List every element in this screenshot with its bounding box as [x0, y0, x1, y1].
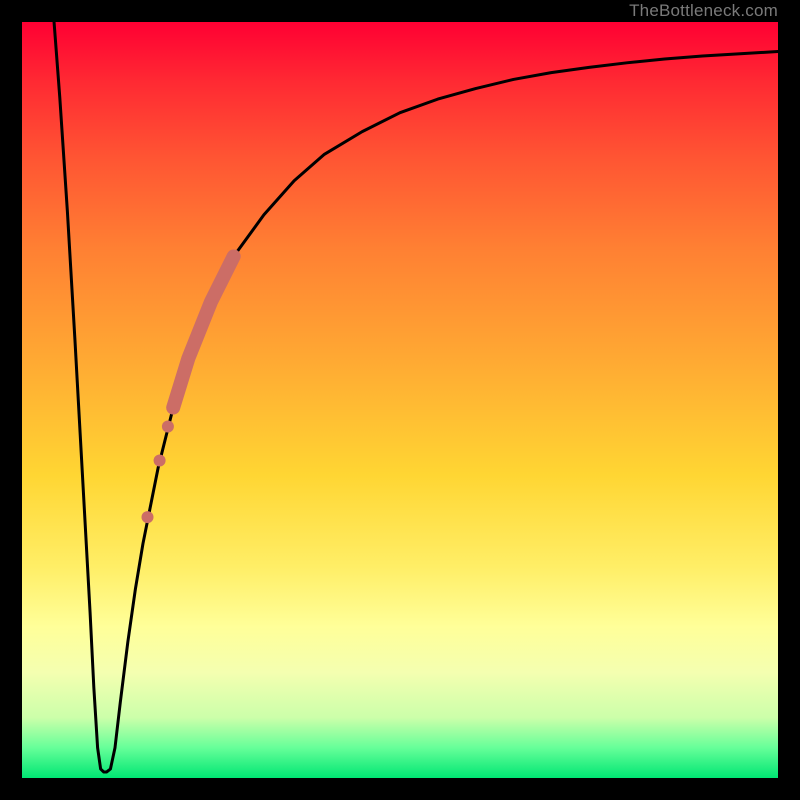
highlight-dot — [142, 511, 154, 523]
chart-frame: TheBottleneck.com — [0, 0, 800, 800]
plot-area — [22, 22, 778, 778]
curve-layer — [22, 22, 778, 778]
bottleneck-curve — [54, 22, 778, 772]
highlight-dot — [154, 454, 166, 466]
highlight-dot — [162, 420, 174, 432]
watermark-text: TheBottleneck.com — [629, 0, 778, 22]
highlight-segment — [173, 256, 233, 407]
